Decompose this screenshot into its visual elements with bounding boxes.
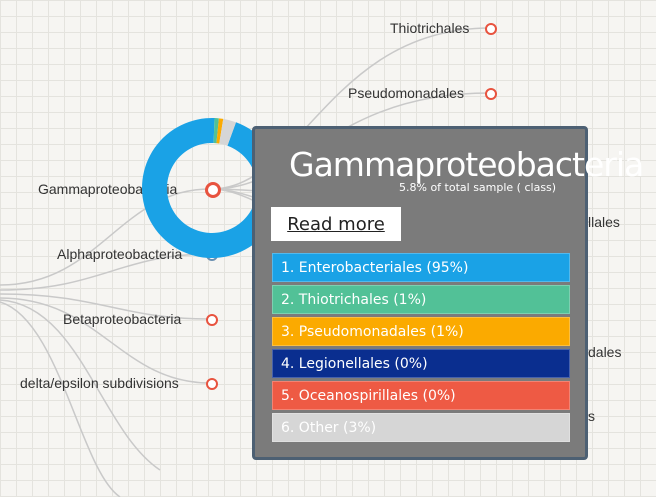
legend-item[interactable]: 2. Thiotrichales (1%) [272, 285, 570, 314]
read-more-button[interactable]: Read more [271, 207, 401, 241]
popup-title: Gammaproteobacteria [289, 145, 644, 184]
legend-item[interactable]: 3. Pseudomonadales (1%) [272, 317, 570, 346]
taxon-popup: Gammaproteobacteria 5.8% of total sample… [252, 126, 644, 460]
node-circle-icon[interactable] [206, 378, 218, 390]
composition-legend: 1. Enterobacteriales (95%) 2. Thiotricha… [272, 253, 570, 445]
node-label-partial[interactable]: dales [588, 344, 621, 360]
node-circle-icon[interactable] [206, 314, 218, 326]
node-label-partial[interactable]: llales [588, 214, 620, 230]
legend-item[interactable]: 1. Enterobacteriales (95%) [272, 253, 570, 282]
node-label-thiotrichales[interactable]: Thiotrichales [390, 20, 469, 36]
node-circle-icon[interactable] [485, 23, 497, 35]
node-label-partial[interactable]: s [588, 408, 595, 424]
legend-item[interactable]: 5. Oceanospirillales (0%) [272, 381, 570, 410]
node-circle-icon[interactable] [485, 88, 497, 100]
node-label-pseudomonadales[interactable]: Pseudomonadales [348, 85, 464, 101]
popup-subtitle: 5.8% of total sample ( class) [399, 181, 557, 194]
node-label-betaproteobacteria[interactable]: Betaproteobacteria [63, 311, 181, 327]
legend-item[interactable]: 6. Other (3%) [272, 413, 570, 442]
legend-item[interactable]: 4. Legionellales (0%) [272, 349, 570, 378]
node-label-delta-epsilon[interactable]: delta/epsilon subdivisions [20, 375, 179, 391]
